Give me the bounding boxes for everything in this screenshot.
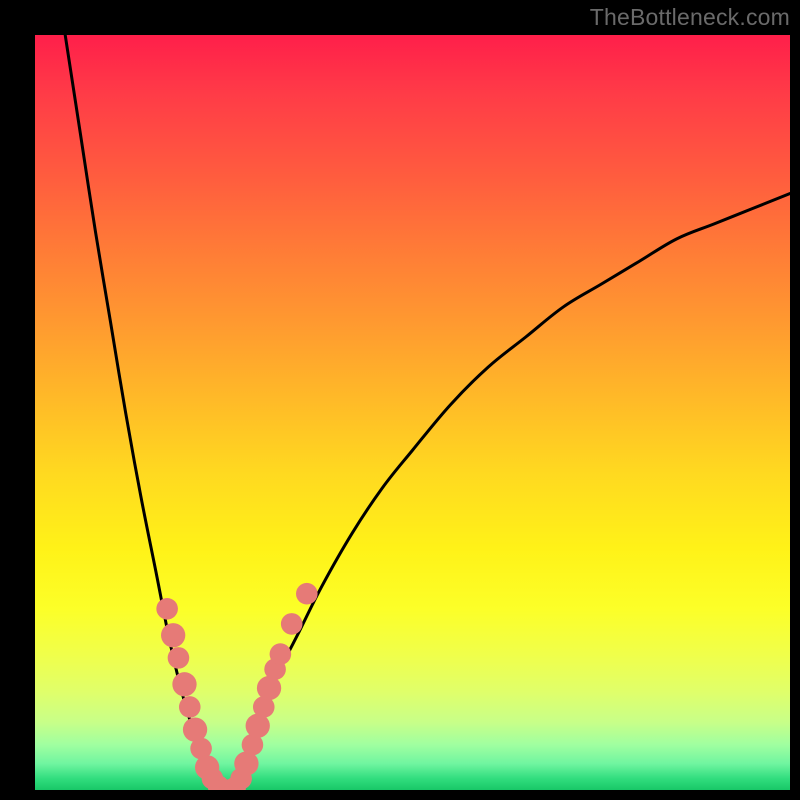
curve-left-arm xyxy=(65,35,224,790)
data-marker xyxy=(172,672,196,696)
watermark-text: TheBottleneck.com xyxy=(590,4,790,31)
data-marker xyxy=(156,598,178,620)
data-marker xyxy=(161,623,185,647)
curve-right-arm xyxy=(224,194,790,790)
chart-frame: TheBottleneck.com xyxy=(0,0,800,800)
data-marker xyxy=(296,583,318,605)
curve-overlay xyxy=(35,35,790,790)
plot-area xyxy=(35,35,790,790)
data-marker xyxy=(281,613,303,635)
data-marker xyxy=(179,696,201,718)
data-marker xyxy=(168,647,190,669)
data-marker xyxy=(270,643,292,665)
